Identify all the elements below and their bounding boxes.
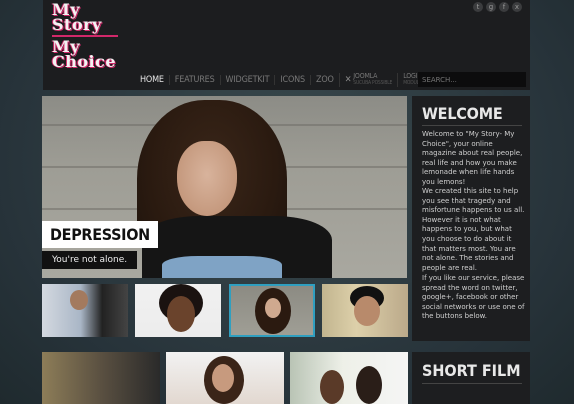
nav-zoo[interactable]: Zoo bbox=[309, 75, 339, 85]
logo-line-4: Choice bbox=[52, 52, 117, 71]
site-logo[interactable]: My Story My Choice bbox=[52, 2, 128, 78]
thumb-photo bbox=[354, 296, 380, 326]
thumbnail-4[interactable] bbox=[322, 284, 408, 337]
welcome-title: WELCOME bbox=[422, 104, 503, 123]
thumb-photo bbox=[70, 290, 88, 310]
joomla-icon: ✕ bbox=[344, 75, 352, 85]
thumbnail-2[interactable] bbox=[135, 284, 221, 337]
nav-joomla[interactable]: ✕ Joomla Sucuba Possible bbox=[338, 72, 398, 87]
hero-photo-jeans bbox=[162, 256, 282, 278]
card-photo bbox=[356, 366, 382, 404]
thumbnail-strip bbox=[42, 284, 408, 339]
hero-title: DEPRESSION bbox=[42, 221, 158, 248]
article-card-1[interactable] bbox=[42, 352, 160, 404]
nav-features[interactable]: Features bbox=[168, 75, 220, 85]
hero-subtitle: You're not alone. bbox=[42, 251, 138, 269]
thumb-photo bbox=[167, 296, 195, 332]
google-plus-icon[interactable]: g bbox=[486, 2, 496, 12]
nav-icons[interactable]: Icons bbox=[274, 75, 310, 85]
social-links: t g f x bbox=[473, 2, 522, 12]
card-photo bbox=[212, 364, 234, 392]
twitter-icon[interactable]: t bbox=[473, 2, 483, 12]
thumbnail-1[interactable] bbox=[42, 284, 128, 337]
nav-joomla-label: Joomla bbox=[353, 72, 378, 80]
welcome-paragraph-1: Welcome to "My Story- My Choice", your o… bbox=[422, 130, 523, 186]
hero-photo-face bbox=[177, 141, 237, 216]
thumbnail-3[interactable] bbox=[229, 284, 315, 337]
main-nav: Home Features Widgetkit Icons Zoo ✕ Joom… bbox=[135, 72, 448, 88]
welcome-paragraph-3: If you like our service, please spread t… bbox=[422, 274, 525, 321]
welcome-divider bbox=[422, 125, 522, 126]
welcome-panel: WELCOME Welcome to "My Story- My Choice"… bbox=[412, 96, 530, 341]
article-card-2[interactable] bbox=[166, 352, 284, 404]
search-input[interactable] bbox=[418, 72, 526, 87]
thumb-photo bbox=[265, 298, 281, 318]
short-film-panel: SHORT FILM bbox=[412, 352, 530, 404]
nav-home[interactable]: Home bbox=[135, 75, 169, 85]
welcome-paragraph-2: We created this site to help you see tha… bbox=[422, 187, 525, 272]
nav-widgetkit[interactable]: Widgetkit bbox=[219, 75, 275, 85]
nav-joomla-sub: Sucuba Possible bbox=[353, 80, 393, 86]
hero-slide[interactable]: DEPRESSION You're not alone. bbox=[42, 96, 407, 278]
short-film-title: SHORT FILM bbox=[422, 361, 521, 380]
facebook-icon[interactable]: f bbox=[499, 2, 509, 12]
x-icon[interactable]: x bbox=[512, 2, 522, 12]
short-film-divider bbox=[422, 383, 522, 384]
article-card-3[interactable] bbox=[290, 352, 408, 404]
logo-line-2: Story bbox=[52, 15, 102, 34]
card-photo bbox=[320, 370, 344, 404]
